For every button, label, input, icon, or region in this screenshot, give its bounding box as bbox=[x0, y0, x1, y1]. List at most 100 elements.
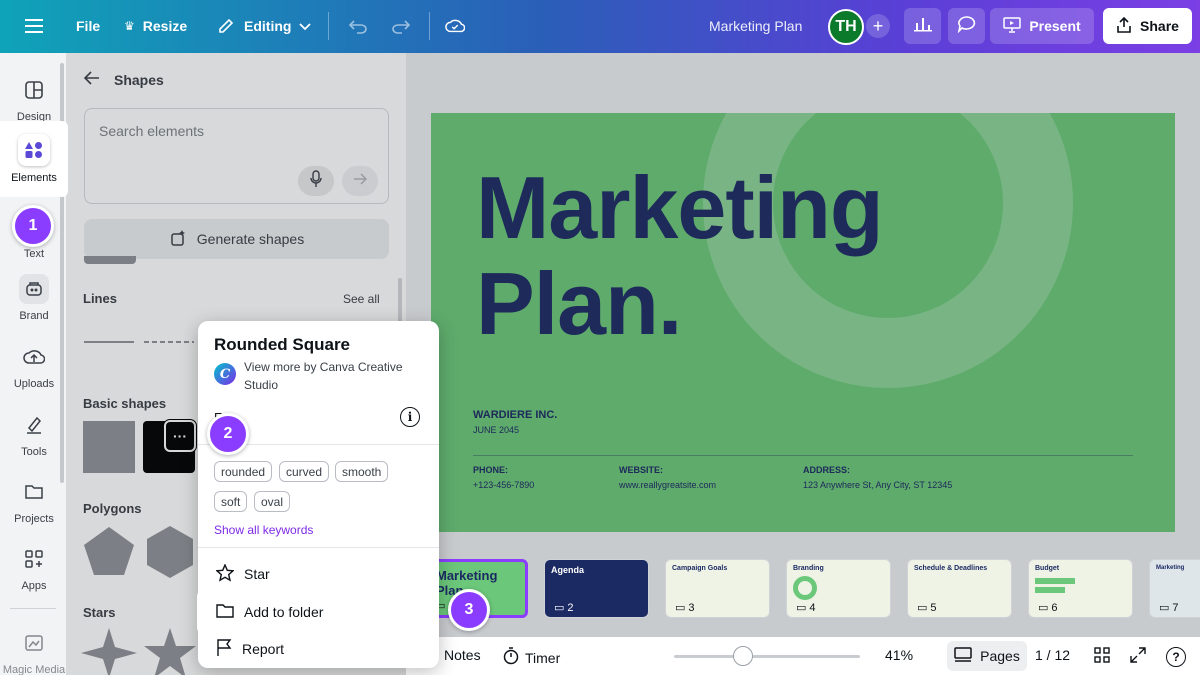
creator-logo[interactable]: C bbox=[214, 363, 236, 385]
rail-item-design[interactable]: Design bbox=[0, 75, 68, 123]
thumbnail-graphic bbox=[1035, 587, 1065, 593]
cloud-upload-icon bbox=[19, 342, 49, 372]
show-all-keywords-link[interactable]: Show all keywords bbox=[214, 523, 313, 537]
fullscreen-button[interactable] bbox=[1130, 647, 1146, 666]
page-thumbnail-4[interactable]: Branding ▭ 4 bbox=[786, 559, 891, 618]
undo-icon bbox=[348, 16, 368, 36]
keyword-chip[interactable]: smooth bbox=[335, 461, 389, 482]
thumbnail-number: ▭ 7 bbox=[1159, 601, 1179, 615]
pages-icon bbox=[954, 646, 972, 666]
help-button[interactable]: ? bbox=[1166, 647, 1186, 667]
document-title[interactable]: Marketing Plan bbox=[709, 18, 802, 34]
page-thumbnail-6[interactable]: Budget ▭ 6 bbox=[1028, 559, 1133, 618]
hamburger-icon bbox=[24, 16, 44, 36]
redo-button[interactable] bbox=[391, 16, 411, 36]
rail-item-apps[interactable]: Apps bbox=[0, 544, 68, 592]
pages-label: Pages bbox=[980, 648, 1020, 664]
info-icon[interactable]: i bbox=[400, 407, 420, 427]
notes-label: Notes bbox=[444, 647, 481, 663]
resize-button[interactable]: ♛ Resize bbox=[124, 18, 187, 34]
comments-button[interactable] bbox=[948, 8, 985, 44]
thumbnail-number: ▭ 2 bbox=[554, 601, 574, 615]
rail-label-projects: Projects bbox=[14, 513, 54, 525]
page-thumbnail-7[interactable]: Marketing ▭ 7 bbox=[1149, 559, 1200, 618]
share-label: Share bbox=[1140, 18, 1179, 34]
keyword-chip[interactable]: rounded bbox=[214, 461, 273, 482]
zoom-slider-track[interactable] bbox=[674, 655, 860, 658]
present-icon bbox=[1003, 16, 1022, 36]
star-label: Star bbox=[244, 566, 270, 582]
add-to-folder-menu-item[interactable]: Add to folder bbox=[198, 589, 438, 635]
resize-label: Resize bbox=[142, 18, 188, 34]
cloud-check-icon bbox=[445, 16, 465, 36]
redo-icon bbox=[391, 16, 411, 36]
toolbar-divider bbox=[328, 12, 329, 40]
toolbar-divider bbox=[429, 12, 430, 40]
report-menu-item[interactable]: Report bbox=[198, 629, 439, 669]
chevron-down-icon bbox=[299, 18, 312, 34]
grid-view-button[interactable] bbox=[1094, 647, 1110, 666]
magic-media-icon bbox=[19, 628, 49, 658]
pen-tool-icon bbox=[19, 410, 49, 440]
expand-icon bbox=[1130, 647, 1146, 666]
rail-item-brand[interactable]: Brand bbox=[0, 274, 68, 322]
star-menu-item[interactable]: Star bbox=[198, 554, 439, 594]
avatar[interactable]: TH bbox=[828, 9, 864, 45]
design-icon bbox=[19, 75, 49, 105]
plus-icon: + bbox=[872, 15, 884, 36]
save-status-button[interactable] bbox=[445, 16, 465, 36]
keyword-chip[interactable]: soft bbox=[214, 491, 248, 512]
invite-button[interactable]: + bbox=[866, 14, 890, 38]
zoom-level[interactable]: 41% bbox=[885, 647, 913, 663]
tutorial-step-badge: 2 bbox=[207, 413, 249, 455]
page-thumbnail-3[interactable]: Campaign Goals ▭ 3 bbox=[665, 559, 770, 618]
document-title-label: Marketing Plan bbox=[709, 18, 803, 34]
page-thumbnail-2[interactable]: Agenda ▭ 2 bbox=[544, 559, 649, 618]
timer-label: Timer bbox=[525, 649, 561, 666]
thumbnail-number-text: 5 bbox=[930, 601, 937, 614]
share-button[interactable]: Share bbox=[1103, 8, 1192, 44]
undo-button[interactable] bbox=[348, 16, 368, 36]
rail-item-elements[interactable]: Elements bbox=[0, 121, 68, 197]
notes-button[interactable]: Notes bbox=[444, 647, 481, 663]
keyword-chip[interactable]: oval bbox=[254, 491, 291, 512]
grid-icon bbox=[1094, 647, 1110, 666]
thumbnail-title: Schedule & Deadlines bbox=[914, 565, 988, 572]
thumbnail-graphic bbox=[1035, 578, 1075, 584]
thumbnail-number: ▭ 4 bbox=[796, 601, 816, 615]
rail-label-brand: Brand bbox=[19, 310, 49, 322]
rail-label-apps: Apps bbox=[21, 580, 47, 592]
page-count: 1 / 12 bbox=[1035, 647, 1071, 663]
present-icon: ▭ bbox=[917, 602, 928, 614]
rail-divider bbox=[10, 608, 56, 609]
rail-item-uploads[interactable]: Uploads bbox=[0, 342, 68, 390]
tutorial-step-badge: 1 bbox=[12, 205, 54, 247]
insights-button[interactable] bbox=[904, 8, 941, 44]
pencil-icon bbox=[216, 16, 236, 36]
comment-icon bbox=[957, 15, 977, 38]
help-icon: ? bbox=[1172, 650, 1180, 664]
rail-item-projects[interactable]: Projects bbox=[0, 477, 68, 525]
zoom-slider-handle[interactable] bbox=[733, 646, 753, 666]
thumbnail-title: Branding bbox=[793, 565, 824, 572]
rail-item-tools[interactable]: Tools bbox=[0, 410, 68, 458]
page-thumbnail-5[interactable]: Schedule & Deadlines ▭ 5 bbox=[907, 559, 1012, 618]
keyword-chip[interactable]: curved bbox=[279, 461, 330, 482]
rail-label-tools: Tools bbox=[21, 446, 47, 458]
apps-grid-icon bbox=[19, 544, 49, 574]
thumbnail-graphic bbox=[793, 576, 817, 600]
add-to-folder-label: Add to folder bbox=[244, 604, 324, 620]
present-button[interactable]: Present bbox=[990, 8, 1094, 44]
file-menu[interactable]: File bbox=[76, 18, 100, 34]
crown-icon: ♛ bbox=[124, 19, 135, 33]
rail-label-text: Text bbox=[23, 248, 45, 260]
elements-icon bbox=[18, 134, 50, 166]
file-label: File bbox=[76, 18, 101, 34]
menu-button[interactable] bbox=[24, 16, 44, 36]
view-more-creator-link[interactable]: View more by Canva Creative Studio bbox=[244, 358, 424, 394]
thumbnail-title: Budget bbox=[1035, 565, 1060, 572]
timer-button[interactable]: Timer bbox=[503, 647, 560, 668]
editing-mode-dropdown[interactable]: Editing bbox=[216, 16, 312, 36]
pages-button[interactable]: Pages bbox=[947, 641, 1027, 671]
rail-item-magic-media[interactable]: Magic Media bbox=[0, 628, 68, 675]
